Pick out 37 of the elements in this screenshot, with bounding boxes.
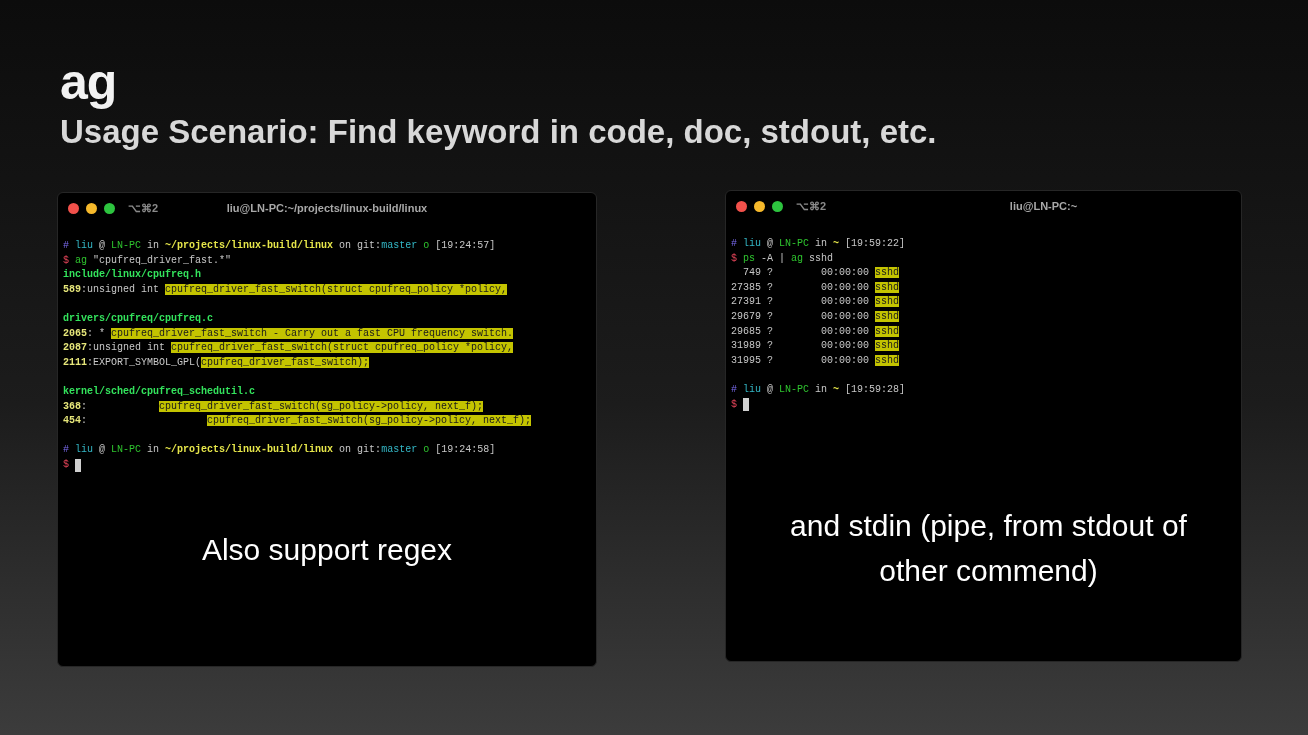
minimize-button[interactable] [754,200,765,212]
terminal-line: kernel/sched/cpufreq_schedutil.c [63,384,256,399]
terminal-line: $ ps -A | ag sshd [731,251,834,266]
terminal-line: 2065: * cpufreq_driver_fast_switch - Carry out a fast CPU frequency switch. [63,326,514,341]
slide-title: ag [60,53,117,112]
terminal-line: $ ag "cpufreq_driver_fast.*" [63,253,232,268]
terminal-line: 31995 ? 00:00:00 sshd [731,353,900,368]
zoom-button[interactable] [772,200,783,212]
terminal-line: 749 ? 00:00:00 sshd [742,266,900,281]
terminal-line: 2087:unsigned int cpufreq_driver_fast_switch(struct cpufreq_policy *policy, [63,341,514,356]
terminal-line: # liu @ LN-PC in ~/projects/linux-build/linux on git:master o [19:24:57] [63,239,496,253]
minimize-button[interactable] [86,202,97,214]
window-title: liu@LN-PC:~ [1009,200,1078,212]
caption-text: Also support regex [201,532,453,568]
zoom-button[interactable] [104,202,115,214]
terminal-line: drivers/cpufreq/cpufreq.c [63,311,214,326]
terminal-line: # liu @ LN-PC in ~/projects/linux-build/linux on git:master o [19:24:58] [63,443,496,458]
terminal-line: 31989 ? 00:00:00 sshd [731,339,900,354]
terminal-line: 29685 ? 00:00:00 sshd [731,324,900,339]
shortcut-label: ⌥⌘2 [796,199,827,213]
terminal-line: 368: cpufreq_driver_fast_switch(sg_policy->policy, next_f); [63,399,484,414]
close-button[interactable] [736,200,747,212]
caption-text: and stdin (pipe, from stdout of other commend) [789,508,1188,589]
slide-subtitle: Usage Scenario: Find keyword in code, doc, stdout, etc. [60,112,937,152]
window-title: liu@LN-PC:~/projects/linux-build/linux [226,202,428,214]
shortcut-label: ⌥⌘2 [128,201,159,215]
terminal-line: $ [63,457,70,472]
terminal-line: # liu @ LN-PC in ~ [19:59:28] [731,382,906,397]
terminal-line: 27391 ? 00:00:00 sshd [731,295,900,310]
terminal-line: 589:unsigned int cpufreq_driver_fast_switch(struct cpufreq_policy *policy, [63,282,508,297]
terminal-line: # liu @ LN-PC in ~ [19:59:22] [731,237,906,251]
terminal-line: 454: cpufreq_driver_fast_switch(sg_policy->policy, next_f); [63,414,532,429]
terminal-line: 27385 ? 00:00:00 sshd [731,280,900,295]
close-button[interactable] [68,202,79,214]
terminal-line: $ [731,397,738,412]
terminal-line: include/linux/cpufreq.h [63,268,202,283]
terminal-line: 29679 ? 00:00:00 sshd [731,309,900,324]
